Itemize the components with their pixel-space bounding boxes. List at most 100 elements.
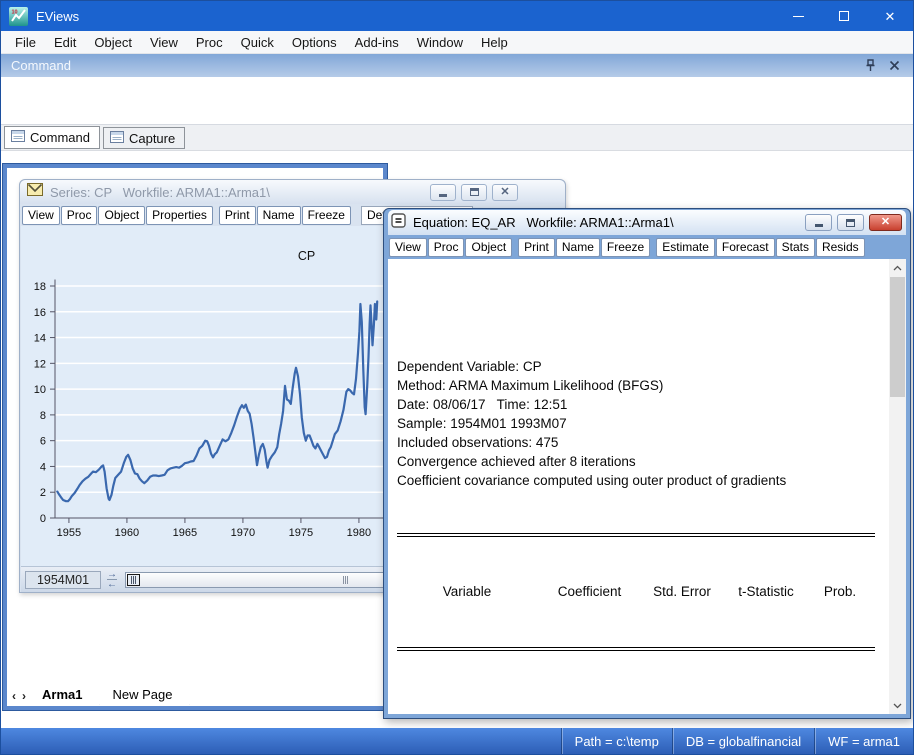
tab-capture[interactable]: Capture bbox=[103, 127, 185, 149]
status-db: DB = globalfinancial bbox=[672, 728, 814, 754]
series-toolbar-button[interactable]: Properties bbox=[146, 206, 213, 225]
svg-text:1955: 1955 bbox=[57, 527, 81, 539]
series-toolbar-button[interactable]: Name bbox=[257, 206, 301, 225]
restore-icon bbox=[470, 188, 479, 196]
series-toolbar-button[interactable]: Print bbox=[219, 206, 256, 225]
series-window-titlebar: Series: CP Workfile: ARMA1::Arma1\ ✕ bbox=[20, 180, 565, 204]
svg-text:12: 12 bbox=[34, 358, 46, 370]
menu-item[interactable]: Add-ins bbox=[346, 32, 408, 53]
output-header-line: Date: 08/06/17 Time: 12:51 bbox=[397, 395, 889, 414]
equation-toolbar-button[interactable]: Forecast bbox=[716, 238, 775, 257]
table-separator bbox=[397, 647, 875, 651]
eviews-logo-icon: 10 bbox=[9, 7, 28, 26]
equation-toolbar-button[interactable]: Print bbox=[518, 238, 555, 257]
page-tab-new-page[interactable]: New Page bbox=[95, 684, 189, 705]
svg-text:6: 6 bbox=[40, 436, 46, 448]
restore-icon bbox=[846, 219, 855, 227]
svg-text:2: 2 bbox=[40, 487, 46, 499]
svg-text:1980: 1980 bbox=[347, 527, 371, 539]
output-header-line: Included observations: 475 bbox=[397, 433, 889, 452]
close-icon: ✕ bbox=[500, 187, 509, 198]
equation-toolbar-button[interactable]: Resids bbox=[816, 238, 865, 257]
svg-text:8: 8 bbox=[40, 410, 46, 422]
output-header-line: Method: ARMA Maximum Likelihood (BFGS) bbox=[397, 376, 889, 395]
series-toolbar-button[interactable]: Object bbox=[98, 206, 145, 225]
minimize-icon bbox=[439, 194, 447, 197]
document-icon bbox=[110, 131, 124, 146]
output-header-line: Coefficient covariance computed using ou… bbox=[397, 471, 889, 490]
menu-bar: FileEditObjectViewProcQuickOptionsAdd-in… bbox=[1, 31, 913, 54]
eviews-application-window: 10 EViews ✕ FileEditObjectViewProcQuickO… bbox=[0, 0, 914, 755]
command-panel-title: Command bbox=[11, 58, 71, 73]
status-wf: WF = arma1 bbox=[814, 728, 913, 754]
menu-item[interactable]: Options bbox=[283, 32, 346, 53]
workfile-page-tabs: ‹ › Arma1 New Page bbox=[7, 681, 383, 706]
equation-close-button[interactable]: ✕ bbox=[869, 214, 902, 231]
minimize-icon bbox=[815, 224, 823, 227]
command-input-area bbox=[1, 77, 913, 125]
equation-toolbar-button[interactable]: Object bbox=[465, 238, 512, 257]
vertical-scrollbar[interactable] bbox=[889, 259, 906, 714]
command-panel-close-icon[interactable] bbox=[885, 57, 903, 75]
app-maximize-button[interactable] bbox=[821, 1, 867, 31]
sample-shift-buttons[interactable]: →← bbox=[101, 569, 123, 590]
menu-item[interactable]: View bbox=[141, 32, 187, 53]
app-titlebar: 10 EViews ✕ bbox=[1, 1, 913, 31]
tab-command[interactable]: Command bbox=[4, 126, 100, 149]
series-restore-button[interactable] bbox=[461, 184, 487, 201]
sample-slider-handle[interactable] bbox=[127, 574, 140, 586]
command-input[interactable] bbox=[1, 77, 913, 124]
series-object-icon bbox=[27, 183, 43, 201]
series-close-button[interactable]: ✕ bbox=[492, 184, 518, 201]
equation-window: Equation: EQ_AR Workfile: ARMA1::Arma1\ … bbox=[383, 208, 911, 719]
equation-window-titlebar: Equation: EQ_AR Workfile: ARMA1::Arma1\ … bbox=[388, 210, 906, 235]
series-toolbar-button[interactable]: Proc bbox=[61, 206, 98, 225]
equation-minimize-button[interactable] bbox=[805, 214, 832, 231]
scroll-up-icon[interactable] bbox=[889, 259, 906, 276]
series-window-title: Series: CP Workfile: ARMA1::Arma1\ bbox=[50, 185, 270, 200]
menu-item[interactable]: Help bbox=[472, 32, 517, 53]
equation-window-title: Equation: EQ_AR Workfile: ARMA1::Arma1\ bbox=[413, 215, 674, 230]
app-close-button[interactable]: ✕ bbox=[867, 1, 913, 31]
equation-toolbar-button[interactable]: Proc bbox=[428, 238, 465, 257]
menu-item[interactable]: Edit bbox=[45, 32, 85, 53]
equation-toolbar-button[interactable]: Stats bbox=[776, 238, 815, 257]
scrollbar-thumb[interactable] bbox=[890, 277, 905, 397]
equation-toolbar-button[interactable]: Freeze bbox=[601, 238, 650, 257]
svg-text:1960: 1960 bbox=[115, 527, 139, 539]
pin-icon[interactable] bbox=[861, 57, 879, 75]
svg-text:1975: 1975 bbox=[289, 527, 313, 539]
menu-item[interactable]: Proc bbox=[187, 32, 232, 53]
svg-text:14: 14 bbox=[34, 333, 46, 345]
close-icon: ✕ bbox=[885, 10, 896, 23]
menu-item[interactable]: Window bbox=[408, 32, 472, 53]
equation-toolbar-button[interactable]: Name bbox=[556, 238, 600, 257]
series-minimize-button[interactable] bbox=[430, 184, 456, 201]
tab-capture-label: Capture bbox=[129, 131, 175, 146]
svg-text:0: 0 bbox=[40, 513, 46, 525]
menu-item[interactable]: Quick bbox=[232, 32, 283, 53]
page-tab-arma1[interactable]: Arma1 bbox=[25, 684, 99, 705]
menu-item[interactable]: File bbox=[6, 32, 45, 53]
svg-text:10: 10 bbox=[12, 9, 18, 15]
series-toolbar-button[interactable]: View bbox=[22, 206, 60, 225]
svg-text:10: 10 bbox=[34, 384, 46, 396]
output-header-line: Sample: 1954M01 1993M07 bbox=[397, 414, 889, 433]
status-path: Path = c:\temp bbox=[561, 728, 672, 754]
command-tab-strip: Command Capture bbox=[1, 125, 913, 151]
minimize-icon bbox=[793, 16, 804, 17]
coef-table-header: Variable Coefficient Std. Error t-Statis… bbox=[397, 580, 889, 604]
app-title: EViews bbox=[36, 9, 79, 24]
maximize-icon bbox=[839, 11, 849, 21]
equation-output: Dependent Variable: CPMethod: ARMA Maxim… bbox=[388, 259, 889, 714]
table-separator bbox=[397, 533, 875, 537]
equation-toolbar-button[interactable]: Estimate bbox=[656, 238, 715, 257]
page-scroll-left-button[interactable]: ‹ bbox=[9, 689, 19, 705]
app-minimize-button[interactable] bbox=[775, 1, 821, 31]
scroll-down-icon[interactable] bbox=[889, 697, 906, 714]
equation-restore-button[interactable] bbox=[837, 214, 864, 231]
series-toolbar-button[interactable]: Freeze bbox=[302, 206, 351, 225]
svg-text:CP: CP bbox=[298, 249, 315, 263]
menu-item[interactable]: Object bbox=[85, 32, 141, 53]
equation-toolbar-button[interactable]: View bbox=[389, 238, 427, 257]
